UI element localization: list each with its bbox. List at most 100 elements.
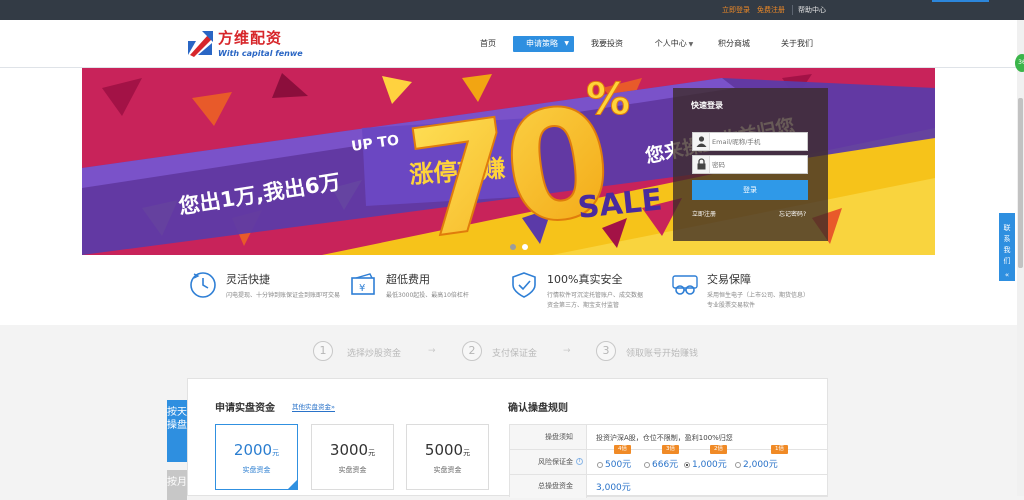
nav-label: 申请策略 [526,39,558,48]
radio-icon[interactable] [735,461,741,468]
glasses-icon [672,275,698,295]
feature-title: 交易保障 [707,273,751,286]
help-link[interactable]: 帮助中心 [798,5,826,15]
rules-key: 总操盘资金 [510,475,587,498]
fund-unit: 元 [368,449,376,457]
feature-title: 超低费用 [386,273,430,286]
rules-key: 操盘须知 [510,425,587,449]
login-button[interactable]: 登录 [692,180,808,200]
rules-row-margin: 风险保证金 i 500元 4倍 666元 3倍 1,000元 2倍 2,000元 1倍 [510,445,827,475]
top-bar: 立即登录 免费注册 帮助中心 [0,0,1024,20]
register-link[interactable]: 立即注册 [692,209,716,218]
fund-label: 实盘资金 [242,466,271,474]
promo-banner[interactable]: 您出1万,我出6万 涨停就赚 UP TO 70 % SALE 您来操盘收益归您 [0,68,1024,255]
radio-icon[interactable] [644,461,650,468]
username-input[interactable] [712,135,806,148]
scrollbar-thumb[interactable] [1018,98,1023,268]
banner-big-number: 70 [399,74,616,255]
double-chevron-left-icon: « [1004,271,1010,279]
shield-check-icon [512,272,536,298]
other-funds-link[interactable]: 其他实盘资金» [292,401,335,412]
carousel-dot[interactable] [510,244,516,250]
nav-user-center[interactable]: 个人中心 ▼ [650,36,698,52]
rules-title: 确认操盘规则 [508,403,568,414]
username-field[interactable] [692,132,808,151]
radio-selected-icon[interactable] [684,461,690,468]
leverage-badge: 1倍 [771,445,788,454]
green-float-badge[interactable]: 36 [1015,54,1024,72]
margin-value: 500元 [605,460,632,470]
quick-login-panel: 快速登录 登录 立即注册 忘记密码? [673,88,828,241]
carousel-dot[interactable] [522,244,528,250]
nav-points-mall[interactable]: 积分商城 [714,36,754,52]
margin-value: 2,000元 [743,460,778,470]
fund-amount: 5000 [424,441,464,459]
features-bar: 灵活快捷 闪电提现、十分钟到账保证金到账即可交易 ¥ 超低费用 最低3000起投… [0,255,1024,325]
login-title: 快速登录 [691,101,723,110]
total-funds-value: 3,000元 [596,483,631,493]
rules-row-total: 总操盘资金 3,000元 [510,475,827,498]
nav-label: 个人中心 [654,39,687,48]
logo-icon [186,29,214,57]
fund-card-2000[interactable]: 2000元 实盘资金 [215,424,298,490]
rules-value: 投资沪深A股，仓位不限制，盈利100%归您 [596,434,733,442]
margin-value: 666元 [652,460,679,470]
feature-desc: 最低3000起投、最高10倍杠杆 [386,292,469,299]
margin-option-2000[interactable]: 2,000元 1倍 [735,445,788,470]
user-icon [693,133,710,150]
divider [792,5,793,15]
feature-desc: 行情软件可沉淀托管账户、成交数据资金第三方、期宝支付监管 [547,292,644,309]
password-field[interactable] [692,155,808,174]
info-icon[interactable]: i [576,458,583,465]
step-number: 2 [462,341,482,361]
leverage-badge: 4倍 [614,445,631,454]
fund-label: 实盘资金 [433,466,462,474]
nav-about[interactable]: 关于我们 [777,36,817,52]
forgot-password-link[interactable]: 忘记密码? [779,209,806,218]
rules-key-label: 风险保证金 [538,458,573,466]
banner-percent: % [586,74,630,125]
process-steps: 1 选择炒股资金 → 2 支付保证金 → 3 领取账号开始赚钱 [0,325,1024,378]
top-accent [932,0,989,2]
step-label: 选择炒股资金 [347,349,402,359]
feature-title: 灵活快捷 [226,273,270,286]
login-link[interactable]: 立即登录 [722,5,750,15]
arrow-right-icon: → [563,346,571,356]
logo-subtext: With capital fenwe [218,49,303,58]
contact-us-tab[interactable]: 联系我们 « [999,213,1015,281]
radio-icon[interactable] [597,461,603,468]
feature-desc: 闪电提现、十分钟到账保证金到账即可交易 [226,292,341,299]
margin-option-666[interactable]: 666元 3倍 [644,445,679,470]
fund-amount: 2000 [233,441,273,459]
margin-option-1000[interactable]: 1,000元 2倍 [684,445,727,470]
fund-label: 实盘资金 [338,466,367,474]
svg-text:¥: ¥ [359,283,365,294]
logo-text[interactable]: 方维配资 [218,30,282,47]
arrow-right-icon: → [428,346,436,356]
nav-invest[interactable]: 我要投资 [586,36,628,52]
contact-label: 联系我们 [1003,224,1011,265]
step-number: 3 [596,341,616,361]
lock-icon [693,156,710,173]
apply-title: 申请实盘资金 [215,403,275,414]
margin-value: 1,000元 [692,460,727,470]
caret-down-icon: ▼ [564,40,569,47]
fund-card-5000[interactable]: 5000元 实盘资金 [406,424,489,490]
caret-down-icon: ▼ [686,41,694,48]
feature-desc: 采用恒生电子（上市公司、期货信息）专业股票交易软件 [707,292,807,309]
scrollbar[interactable] [1017,20,1024,496]
step-label: 支付保证金 [492,349,538,359]
step-number: 1 [313,341,333,361]
nav-apply-strategy[interactable]: 申请策略 ▼ [513,36,574,52]
margin-option-500[interactable]: 500元 4倍 [597,445,632,470]
fund-card-3000[interactable]: 3000元 实盘资金 [311,424,394,490]
nav-home[interactable]: 首页 [474,36,502,52]
selected-corner-icon [288,480,297,489]
step-label: 领取账号开始赚钱 [626,349,699,359]
tab-by-day[interactable]: 按天操盘 [167,400,187,462]
leverage-badge: 3倍 [662,445,679,454]
clock-icon [190,272,216,298]
password-input[interactable] [712,158,806,171]
money-card-icon: ¥ [351,273,375,295]
register-link[interactable]: 免费注册 [757,5,785,15]
